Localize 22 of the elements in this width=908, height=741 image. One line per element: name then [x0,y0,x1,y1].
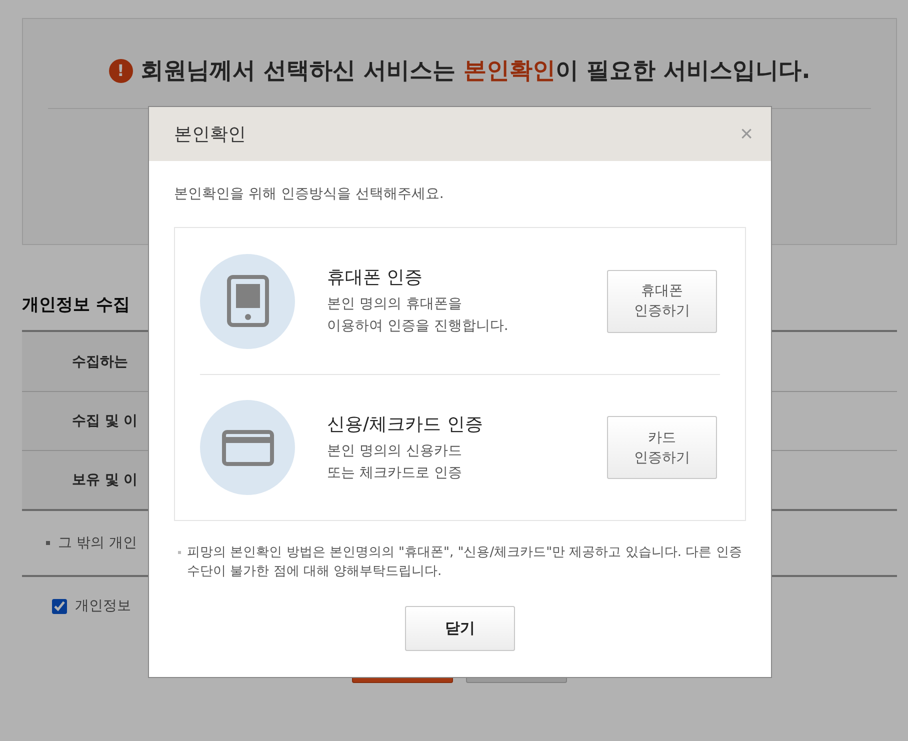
bullet-icon [46,541,50,545]
alert-icon: ! [108,58,133,82]
section-title: 개인정보 수집 [22,295,130,315]
phone-icon [226,275,268,327]
consent-label: 개인정보 [75,597,131,615]
notice-note: 피망의 본인확인 방법은 본인명의의 "휴대폰", "신용/체크카드"만 제공하고 있습니다. 다른 인증 수단이 불가한 점에 대해 양해부탁드립니다. [187,544,743,581]
note-text: 그 밖의 개인 [58,534,137,552]
credit-card-icon [222,430,274,466]
method-title: 휴대폰 인증 [327,266,424,289]
dialog-title: 본인확인 [174,123,246,146]
row-header: 수집하는 [71,352,128,370]
intro-text: 본인확인을 위해 인증방식을 선택해주세요. [174,185,445,203]
row-header: 보유 및 이 [71,471,138,489]
consent-checkbox[interactable] [52,598,67,614]
close-dialog-button[interactable]: 닫기 [405,606,515,651]
method-title: 신용/체크카드 인증 [327,412,484,436]
notice-text: 회원님께서 선택하신 서비스는 본인확인이 필요한 서비스입니다. [140,57,810,86]
verify-button[interactable]: 휴대폰 인증하기 [607,270,717,332]
row-header: 수집 및 이 [71,412,138,430]
verify-button[interactable]: 카드 인증하기 [607,416,717,479]
method-description: 본인 명의의 휴대폰을 이용하여 인증을 진행합니다. [327,295,510,336]
method-description: 본인 명의의 신용카드 또는 체크카드로 인증 [327,442,463,482]
